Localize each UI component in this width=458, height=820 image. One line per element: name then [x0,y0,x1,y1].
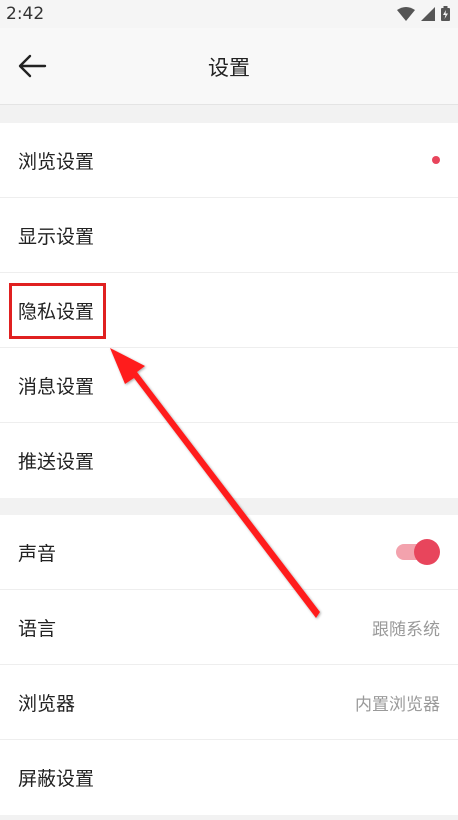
settings-item-browse[interactable]: 浏览设置 [0,123,458,198]
settings-item-label: 浏览设置 [18,150,95,173]
settings-item-message[interactable]: 消息设置 [0,348,458,423]
settings-item-label: 浏览器 [18,692,76,715]
language-value: 跟随系统 [372,619,440,640]
browser-value: 内置浏览器 [355,694,440,715]
settings-item-label: 语言 [18,617,57,640]
battery-icon [441,6,450,21]
toggle-knob [414,539,440,565]
settings-item-label: 消息设置 [18,375,95,398]
settings-item-label: 屏蔽设置 [18,768,95,790]
settings-item-sound[interactable]: 声音 [0,515,458,590]
wifi-icon [397,6,415,21]
settings-item-label: 推送设置 [18,451,95,473]
app-bar: 设置 [0,28,458,105]
sound-toggle[interactable] [396,539,440,565]
settings-item-block[interactable]: 屏蔽设置 [0,740,458,815]
settings-item-browser[interactable]: 浏览器 内置浏览器 [0,665,458,740]
page-title: 设置 [208,56,250,80]
settings-item-label: 声音 [18,542,57,565]
settings-section-general: 声音 语言 跟随系统 浏览器 内置浏览器 屏蔽设置 [0,515,458,815]
settings-item-push[interactable]: 推送设置 [0,423,458,498]
status-time: 2:42 [6,4,45,24]
signal-icon [421,6,435,21]
status-bar: 2:42 [0,0,458,28]
highlight-box [9,283,106,339]
new-badge-dot [432,156,440,164]
settings-item-label: 显示设置 [18,225,95,248]
status-icons [397,6,450,21]
settings-item-display[interactable]: 显示设置 [0,198,458,273]
settings-item-language[interactable]: 语言 跟随系统 [0,590,458,665]
